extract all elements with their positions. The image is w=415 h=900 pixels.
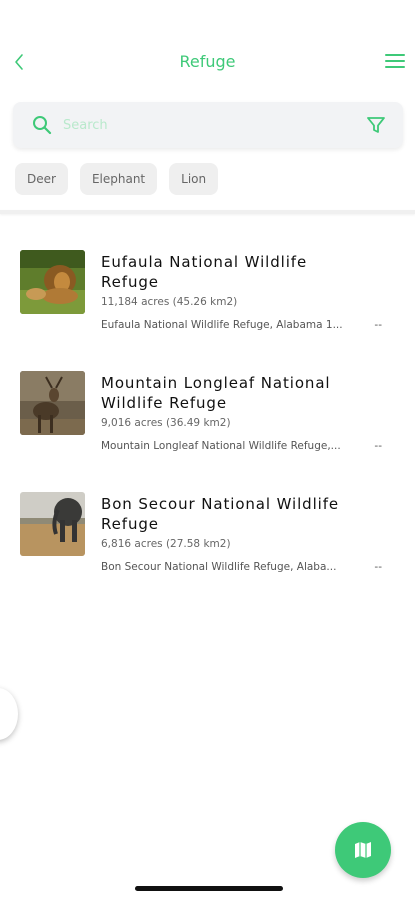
- search-input[interactable]: [63, 110, 353, 140]
- page-title: Refuge: [179, 52, 236, 71]
- list-item[interactable]: Bon Secour National Wildlife Refuge 6,81…: [0, 492, 415, 613]
- search-bar: [13, 102, 403, 148]
- refuge-location: Eufaula National Wildlife Refuge, Alabam…: [101, 319, 343, 331]
- refuge-location: Bon Secour National Wildlife Refuge, Ala…: [101, 561, 337, 573]
- map-icon: [355, 842, 371, 858]
- home-indicator: [135, 886, 283, 891]
- list-item[interactable]: Eufaula National Wildlife Refuge 11,184 …: [0, 250, 415, 371]
- menu-button[interactable]: [385, 52, 405, 70]
- side-drawer-handle[interactable]: [0, 688, 18, 740]
- refuge-more: --: [374, 440, 382, 452]
- chip-deer[interactable]: Deer: [15, 163, 68, 195]
- refuge-title: Eufaula National Wildlife Refuge: [101, 253, 308, 291]
- refuge-title: Mountain Longleaf National Wildlife Refu…: [101, 374, 331, 412]
- app-screen: Refuge Deer Elephant Lion: [0, 0, 415, 900]
- app-header: Refuge: [0, 40, 415, 84]
- refuge-location: Mountain Longleaf National Wildlife Refu…: [101, 440, 341, 452]
- list-item[interactable]: Mountain Longleaf National Wildlife Refu…: [0, 371, 415, 492]
- refuge-title: Bon Secour National Wildlife Refuge: [101, 495, 340, 533]
- deer-photo: [20, 371, 85, 435]
- chip-lion[interactable]: Lion: [169, 163, 219, 195]
- refuge-area: 9,016 acres (36.49 km2): [101, 417, 231, 429]
- lion-photo: [20, 250, 85, 314]
- refuge-area: 11,184 acres (45.26 km2): [101, 296, 238, 308]
- hamburger-menu-icon: [385, 54, 405, 56]
- refuge-more: --: [374, 561, 382, 573]
- chip-elephant[interactable]: Elephant: [79, 163, 158, 195]
- search-icon[interactable]: [31, 114, 53, 136]
- filter-icon[interactable]: [365, 114, 387, 136]
- map-button[interactable]: [335, 822, 391, 878]
- filter-chips: Deer Elephant Lion: [15, 163, 219, 195]
- hamburger-line: [385, 66, 405, 68]
- elephant-photo: [20, 492, 85, 556]
- hamburger-line: [385, 60, 405, 62]
- refuge-list: Eufaula National Wildlife Refuge 11,184 …: [0, 250, 415, 613]
- section-divider: [0, 210, 415, 214]
- refuge-area: 6,816 acres (27.58 km2): [101, 538, 231, 550]
- refuge-more: --: [374, 319, 382, 331]
